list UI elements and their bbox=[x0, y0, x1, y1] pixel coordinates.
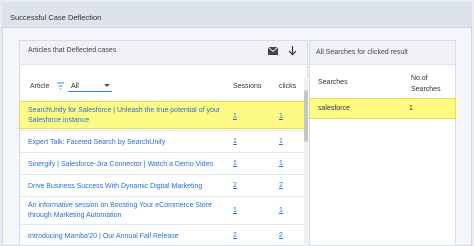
section-header: Successful Case Deflection bbox=[2, 2, 472, 28]
chevron-down-icon bbox=[104, 84, 110, 87]
column-header-search-count-line1: No.of bbox=[411, 75, 428, 82]
download-icon[interactable] bbox=[288, 46, 297, 56]
clicks-count-link[interactable]: 1 bbox=[279, 160, 283, 167]
table-row[interactable]: SearchUnify for Salesforce | Unleash the… bbox=[19, 101, 308, 129]
table-row[interactable]: Expert Talk: Faceted Search by SearchUni… bbox=[20, 130, 307, 152]
column-header-sessions: Sessions bbox=[233, 83, 262, 90]
section-title: Successful Case Deflection bbox=[10, 13, 102, 22]
search-count: 1 bbox=[409, 105, 413, 112]
table-row[interactable]: Drive Business Success With Dynamic Digi… bbox=[20, 174, 307, 196]
sessions-count-link[interactable]: 1 bbox=[233, 113, 237, 120]
searches-panel-title: All Searches for clicked result bbox=[316, 49, 408, 56]
table-row[interactable]: An informative session on Boosting Your … bbox=[20, 196, 307, 224]
table-row[interactable]: Sinergify | Salesforce-Jira Connector | … bbox=[20, 152, 307, 174]
clicks-count-link[interactable]: 1 bbox=[279, 113, 283, 120]
article-link[interactable]: SearchUnify for Salesforce | Unleash the… bbox=[28, 106, 223, 126]
search-term: salesforce bbox=[318, 105, 350, 112]
column-header-searches: Searches bbox=[318, 79, 348, 86]
sessions-count-link[interactable]: 1 bbox=[233, 138, 237, 145]
sessions-count-link[interactable]: 2 bbox=[233, 232, 237, 239]
column-header-article: Article bbox=[30, 83, 50, 90]
article-link[interactable]: Sinergify | Salesforce-Jira Connector | … bbox=[28, 160, 223, 170]
article-filter-value: All bbox=[71, 83, 79, 90]
article-filter-select[interactable]: All bbox=[68, 78, 112, 92]
article-link[interactable]: Drive Business Success With Dynamic Digi… bbox=[28, 182, 223, 192]
articles-panel-header: Articles that Deflected cases bbox=[20, 41, 307, 65]
sessions-count-link[interactable]: 1 bbox=[233, 207, 237, 214]
clicks-count-link[interactable]: 2 bbox=[279, 182, 283, 189]
clicks-count-link[interactable]: 2 bbox=[279, 232, 283, 239]
sessions-count-link[interactable]: 1 bbox=[233, 160, 237, 167]
sessions-count-link[interactable]: 2 bbox=[233, 182, 237, 189]
article-link[interactable]: Introducing Mamba'20 | Our Annual Fall R… bbox=[28, 232, 223, 242]
clicks-count-link[interactable]: 1 bbox=[279, 138, 283, 145]
articles-scrollbar-thumb[interactable] bbox=[304, 90, 308, 142]
search-row[interactable]: salesforce 1 bbox=[309, 98, 456, 119]
column-header-clicks: clicks bbox=[279, 83, 297, 90]
articles-panel-title: Articles that Deflected cases bbox=[28, 47, 117, 54]
articles-panel: Articles that Deflected cases Article Al… bbox=[19, 40, 308, 246]
clicks-count-link[interactable]: 1 bbox=[279, 207, 283, 214]
searches-panel: All Searches for clicked result Searches… bbox=[309, 40, 456, 246]
table-row[interactable]: Introducing Mamba'20 | Our Annual Fall R… bbox=[20, 224, 307, 246]
column-header-search-count: No.of Searches bbox=[411, 73, 441, 95]
article-link[interactable]: An informative session on Boosting Your … bbox=[28, 201, 223, 221]
email-icon[interactable] bbox=[268, 47, 278, 55]
article-link[interactable]: Expert Talk: Faceted Search by SearchUni… bbox=[28, 138, 223, 148]
column-header-search-count-line2: Searches bbox=[411, 86, 441, 93]
searches-panel-header: All Searches for clicked result bbox=[310, 41, 455, 65]
filter-icon[interactable] bbox=[57, 82, 64, 90]
